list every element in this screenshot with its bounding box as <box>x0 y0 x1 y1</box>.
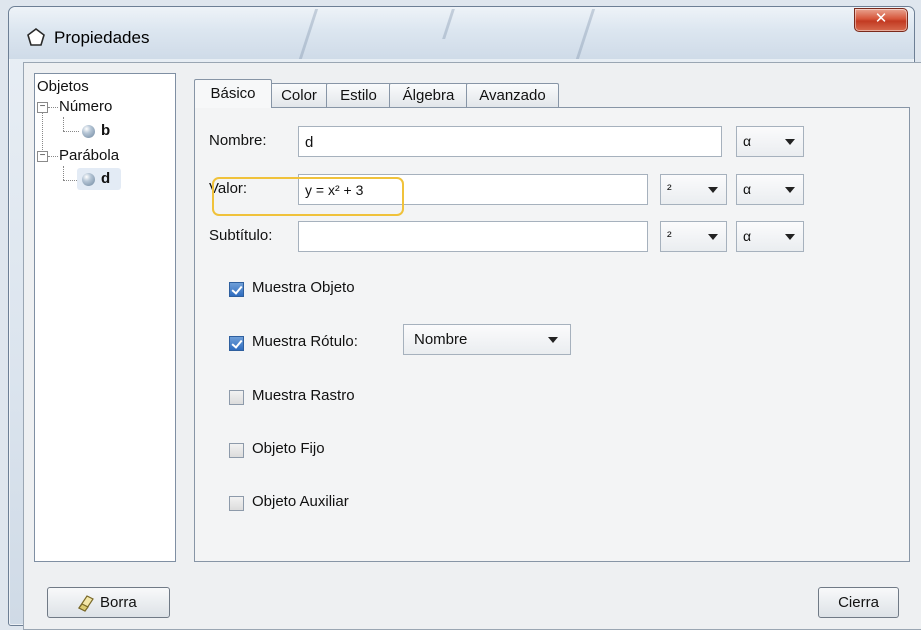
value-superscript-dropdown[interactable]: ² <box>660 174 727 205</box>
close-window-button[interactable]: ✕ <box>854 8 908 32</box>
caption-label: Subtítulo: <box>209 227 273 244</box>
tree-group-parabola[interactable]: Parábola <box>59 147 119 164</box>
show-label-checkbox[interactable] <box>229 336 244 351</box>
eraser-icon <box>78 595 94 612</box>
value-input[interactable]: y = x² + 3 <box>298 174 648 205</box>
basic-tab-panel: Nombre: d α Valor: y = x² + 3 ² α Subtít… <box>194 107 910 562</box>
chevron-down-icon <box>548 337 558 343</box>
name-label: Nombre: <box>209 132 267 149</box>
auxiliary-object-label: Objeto Auxiliar <box>252 493 349 510</box>
name-input[interactable]: d <box>298 126 722 157</box>
chevron-down-icon <box>785 187 795 193</box>
fix-object-label: Objeto Fijo <box>252 440 325 457</box>
show-object-label: Muestra Objeto <box>252 279 355 296</box>
caption-symbol-dropdown[interactable]: α <box>736 221 804 252</box>
dialog-body: Objetos − Número b − Parábola d Básico C… <box>23 62 921 630</box>
fix-object-checkbox[interactable] <box>229 443 244 458</box>
tab-algebra[interactable]: Álgebra <box>389 83 468 107</box>
collapse-parabola-icon[interactable]: − <box>37 151 48 162</box>
tree-root-label: Objetos <box>37 78 89 95</box>
tab-estilo[interactable]: Estilo <box>326 83 391 107</box>
object-ball-icon <box>82 173 95 186</box>
chevron-down-icon <box>785 139 795 145</box>
close-button[interactable]: Cierra <box>818 587 899 618</box>
object-tree[interactable]: Objetos − Número b − Parábola d <box>34 73 176 562</box>
collapse-numero-icon[interactable]: − <box>37 102 48 113</box>
caption-input[interactable] <box>298 221 648 252</box>
polygon-icon <box>27 28 45 46</box>
title-bar[interactable]: Propiedades ✕ <box>9 7 914 59</box>
close-icon: ✕ <box>874 10 888 27</box>
properties-dialog: Propiedades ✕ Objetos − Número b − Paráb… <box>8 6 921 630</box>
tab-basico[interactable]: Básico <box>194 79 272 108</box>
show-trace-label: Muestra Rastro <box>252 387 355 404</box>
tree-item-b[interactable]: b <box>101 122 110 139</box>
delete-button[interactable]: Borra <box>47 587 170 618</box>
name-symbol-dropdown[interactable]: α <box>736 126 804 157</box>
tab-avanzado[interactable]: Avanzado <box>466 83 559 107</box>
tree-group-numero[interactable]: Número <box>59 98 112 115</box>
show-trace-checkbox[interactable] <box>229 390 244 405</box>
object-ball-icon <box>82 125 95 138</box>
caption-superscript-dropdown[interactable]: ² <box>660 221 727 252</box>
delete-button-label: Borra <box>100 594 137 611</box>
show-object-checkbox[interactable] <box>229 282 244 297</box>
tab-color[interactable]: Color <box>270 83 328 107</box>
value-label: Valor: <box>209 180 248 197</box>
tree-item-d[interactable]: d <box>101 170 110 187</box>
chevron-down-icon <box>708 187 718 193</box>
chevron-down-icon <box>785 234 795 240</box>
window-title: Propiedades <box>54 28 150 47</box>
value-symbol-dropdown[interactable]: α <box>736 174 804 205</box>
chevron-down-icon <box>708 234 718 240</box>
label-mode-select[interactable]: Nombre <box>403 324 571 355</box>
auxiliary-object-checkbox[interactable] <box>229 496 244 511</box>
show-label-label: Muestra Rótulo: <box>252 333 358 350</box>
